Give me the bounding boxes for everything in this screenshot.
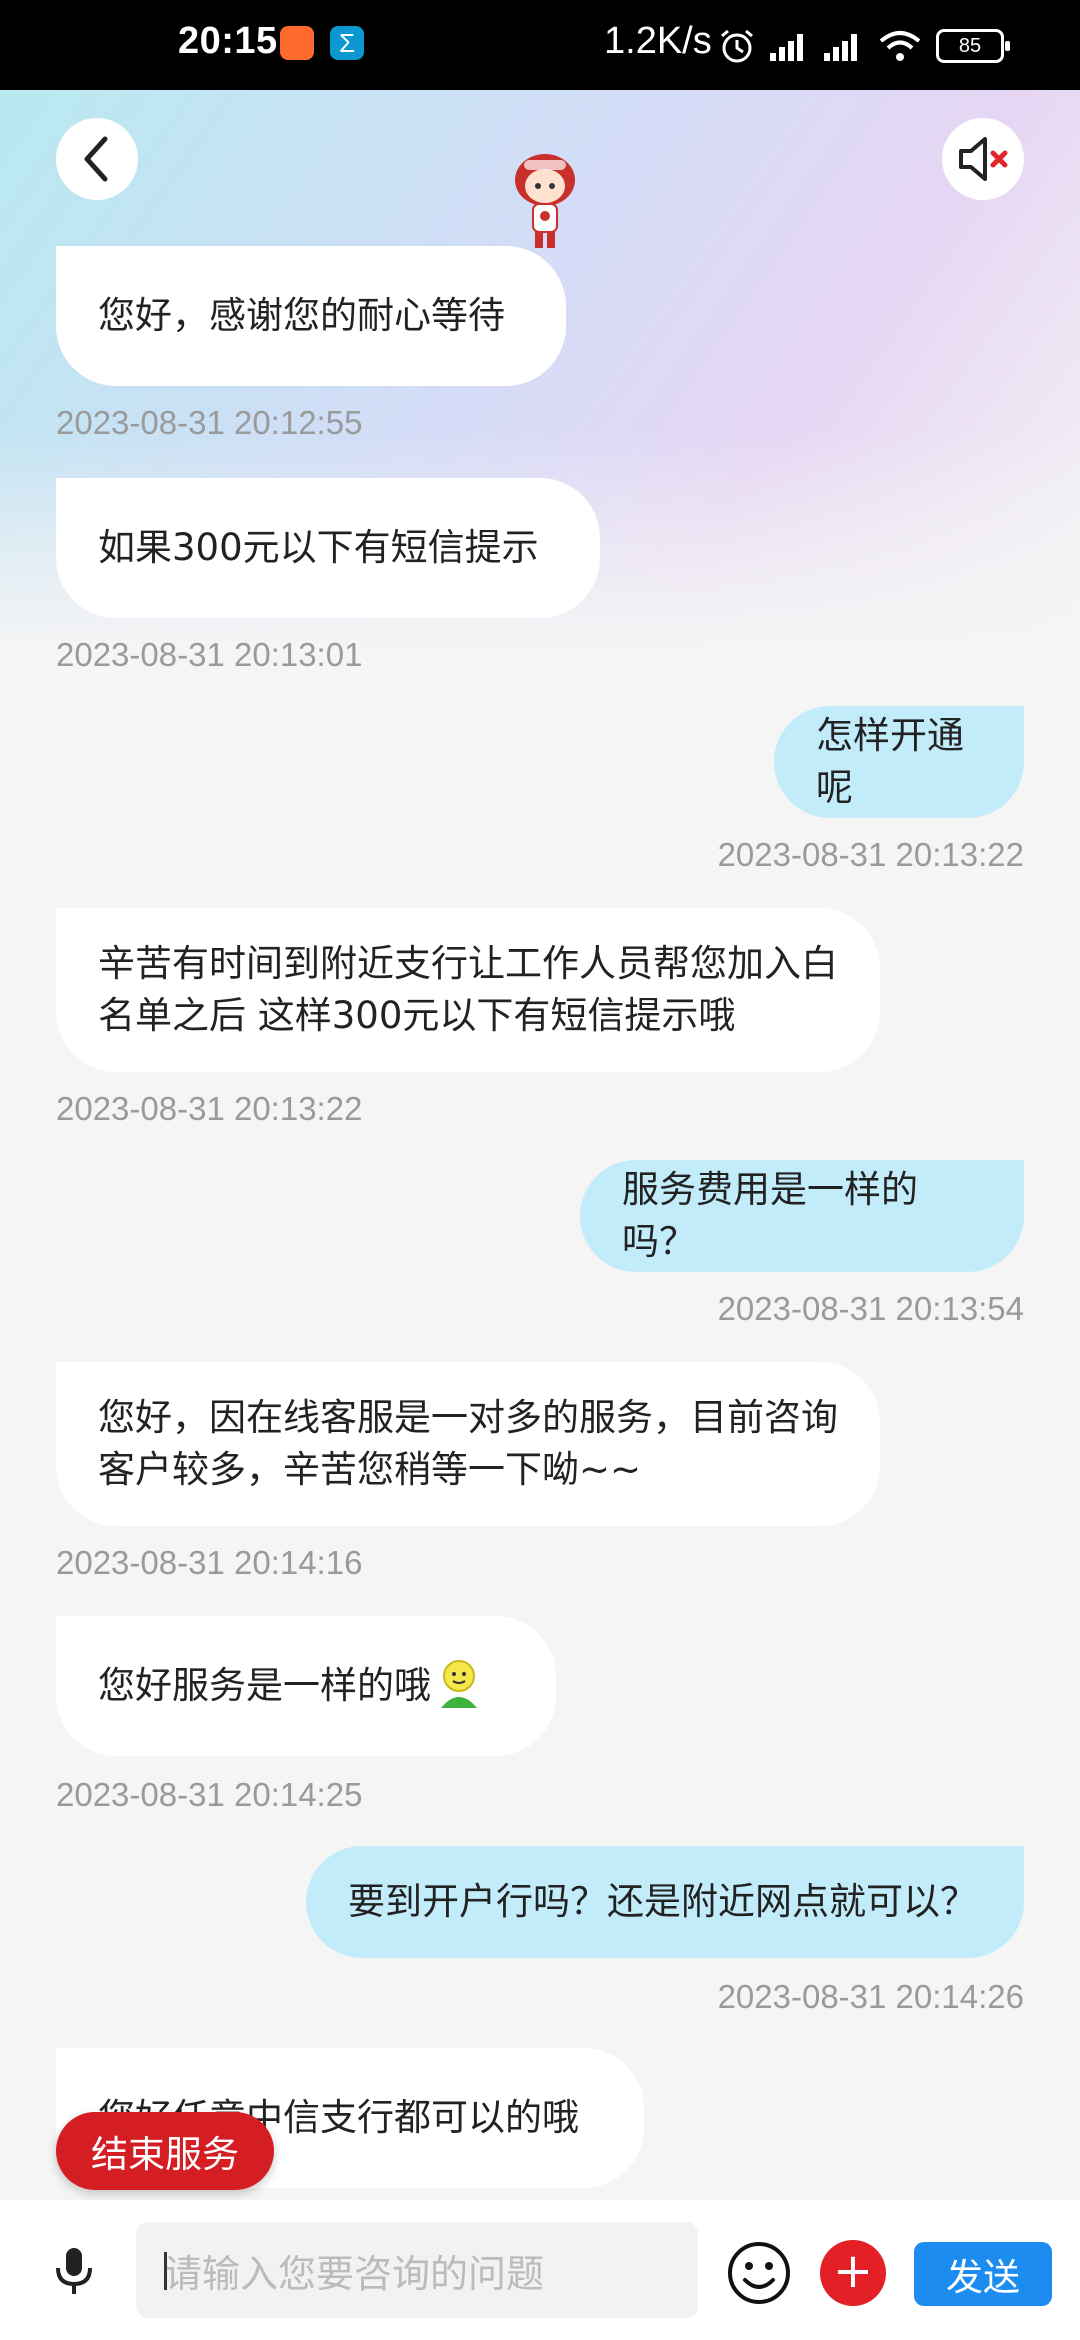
microphone-icon[interactable]: [44, 2240, 104, 2300]
message-bubble-received: 您好，因在线客服是一对多的服务，目前咨询客户较多，辛苦您稍等一下呦~~: [56, 1362, 880, 1526]
message-timestamp: 2023-08-31 20:12:55: [56, 404, 363, 441]
assistant-mascot: [515, 154, 575, 248]
message-timestamp: 2023-08-31 20:14:16: [56, 1544, 363, 1581]
message-timestamp: 2023-08-31 20:13:22: [717, 836, 1024, 873]
input-bar: 请输入您要咨询的问题 + 发送: [0, 2200, 1080, 2340]
message-timestamp: 2023-08-31 20:13:01: [56, 636, 363, 673]
message-bubble-received: 辛苦有时间到附近支行让工作人员帮您加入白名单之后 这样300元以下有短信提示哦: [56, 908, 880, 1072]
end-service-button[interactable]: 结束服务: [56, 2112, 274, 2190]
emoji-icon: [441, 1660, 477, 1708]
add-button[interactable]: +: [820, 2240, 886, 2306]
message-timestamp: 2023-08-31 20:14:26: [717, 1978, 1024, 2015]
message-bubble-received: 如果300元以下有短信提示: [56, 478, 600, 618]
speaker-muted-icon: [959, 137, 1008, 181]
question-input[interactable]: 请输入您要咨询的问题: [136, 2222, 698, 2318]
signal-icon: [824, 31, 864, 61]
alarm-icon: [721, 29, 753, 63]
message-timestamp: 2023-08-31 20:13:22: [56, 1090, 363, 1127]
wifi-icon: [879, 31, 921, 61]
message-bubble-received: 您好，感谢您的耐心等待: [56, 246, 566, 386]
message-bubble-received: 您好服务是一样的哦: [56, 1616, 556, 1756]
smiley-icon[interactable]: [726, 2240, 792, 2306]
message-bubble-sent: 怎样开通呢: [774, 706, 1024, 818]
send-button[interactable]: 发送: [914, 2242, 1052, 2306]
sigma-app-icon: Σ: [330, 26, 364, 60]
message-bubble-sent: 要到开户行吗？还是附近网点就可以？: [306, 1846, 1024, 1958]
battery-indicator: 85: [936, 29, 1010, 63]
back-button[interactable]: [56, 118, 138, 200]
network-speed: 1.2K/s: [604, 20, 712, 62]
message-bubble-sent: 服务费用是一样的吗？: [580, 1160, 1024, 1272]
status-time: 20:15: [178, 20, 278, 62]
chevron-left-icon: [84, 136, 108, 182]
message-timestamp: 2023-08-31 20:13:54: [717, 1290, 1024, 1327]
signal-icon: [770, 31, 810, 61]
notification-app-icon: [280, 26, 314, 60]
mute-button[interactable]: [942, 118, 1024, 200]
status-bar: 20:15 Σ 1.2K/s 85: [0, 0, 1080, 90]
message-timestamp: 2023-08-31 20:14:25: [56, 1776, 363, 1813]
